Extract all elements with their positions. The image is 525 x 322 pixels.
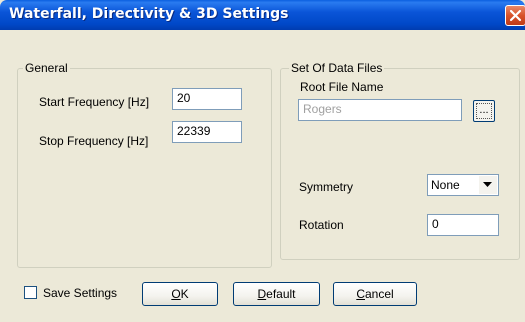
default-mnemonic: D <box>257 287 267 301</box>
title-bar[interactable]: Waterfall, Directivity & 3D Settings <box>0 0 525 30</box>
dialog-body: General Start Frequency [Hz] 20 Stop Fre… <box>0 30 525 322</box>
start-frequency-input[interactable]: 20 <box>172 88 242 110</box>
ok-label-rest: K <box>180 287 189 301</box>
save-settings-label[interactable]: Save Settings <box>43 286 117 300</box>
root-file-name-label: Root File Name <box>300 80 384 94</box>
general-legend: General <box>23 61 70 75</box>
stop-frequency-label: Stop Frequency [Hz] <box>39 134 149 148</box>
symmetry-value: None <box>431 178 460 192</box>
root-file-name-input[interactable]: Rogers <box>298 99 462 121</box>
chevron-down-icon[interactable] <box>479 176 497 194</box>
cancel-label-rest: ancel <box>364 287 394 301</box>
rotation-label: Rotation <box>299 218 344 232</box>
stop-frequency-input[interactable]: 22339 <box>172 121 242 143</box>
ok-mnemonic: O <box>171 287 181 301</box>
rotation-input[interactable]: 0 <box>427 214 499 236</box>
default-label-rest: efault <box>266 287 296 301</box>
save-settings-checkbox[interactable] <box>24 286 37 299</box>
browse-button[interactable]: ... <box>473 100 495 122</box>
cancel-button[interactable]: Cancel <box>333 282 417 306</box>
default-button[interactable]: Default <box>233 282 320 306</box>
data-files-legend: Set Of Data Files <box>289 61 385 75</box>
cancel-mnemonic: C <box>356 287 365 301</box>
ok-button[interactable]: OK <box>142 282 218 306</box>
window-title: Waterfall, Directivity & 3D Settings <box>9 6 289 22</box>
symmetry-select[interactable]: None <box>427 174 499 196</box>
close-icon <box>509 9 522 22</box>
close-button[interactable] <box>505 5 525 26</box>
symmetry-label: Symmetry <box>299 180 353 194</box>
browse-label: ... <box>479 104 489 116</box>
start-frequency-label: Start Frequency [Hz] <box>39 95 150 109</box>
